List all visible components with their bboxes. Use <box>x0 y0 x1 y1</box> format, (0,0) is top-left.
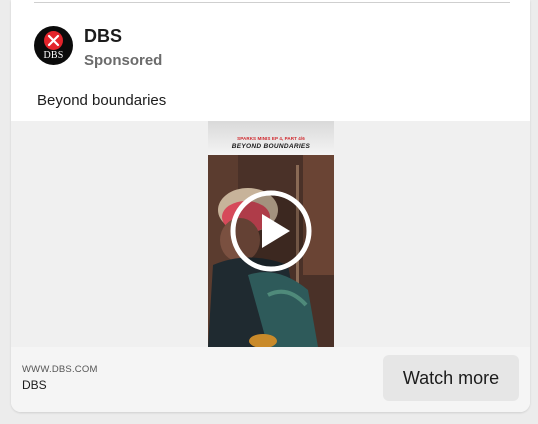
ad-domain[interactable]: WWW.DBS.COM <box>22 364 98 375</box>
logo-text: DBS <box>43 50 64 61</box>
sponsored-label: Sponsored <box>84 52 163 69</box>
divider <box>34 2 510 3</box>
sponsored-post-card: DBS DBS Sponsored Beyond boundaries SPAR… <box>11 0 530 412</box>
watch-more-button[interactable]: Watch more <box>383 355 519 401</box>
video-episode-label: SPARKS MINIS EP 4, PART 4/6 <box>237 136 305 141</box>
video-thumbnail[interactable]: SPARKS MINIS EP 4, PART 4/6 BEYOND BOUND… <box>208 121 334 347</box>
play-button[interactable] <box>228 188 314 274</box>
post-caption: Beyond boundaries <box>37 92 167 109</box>
post-header: DBS DBS Sponsored <box>34 26 434 70</box>
ad-footer: WWW.DBS.COM DBS Watch more <box>11 347 530 412</box>
media-container: SPARKS MINIS EP 4, PART 4/6 BEYOND BOUND… <box>11 121 530 347</box>
video-title: BEYOND BOUNDARIES <box>231 143 311 150</box>
advertiser-name[interactable]: DBS <box>84 26 122 47</box>
ad-advertiser[interactable]: DBS <box>22 378 47 392</box>
play-icon <box>230 190 312 272</box>
dbs-star-mark <box>44 31 63 50</box>
dbs-logo-icon[interactable]: DBS <box>34 26 73 65</box>
